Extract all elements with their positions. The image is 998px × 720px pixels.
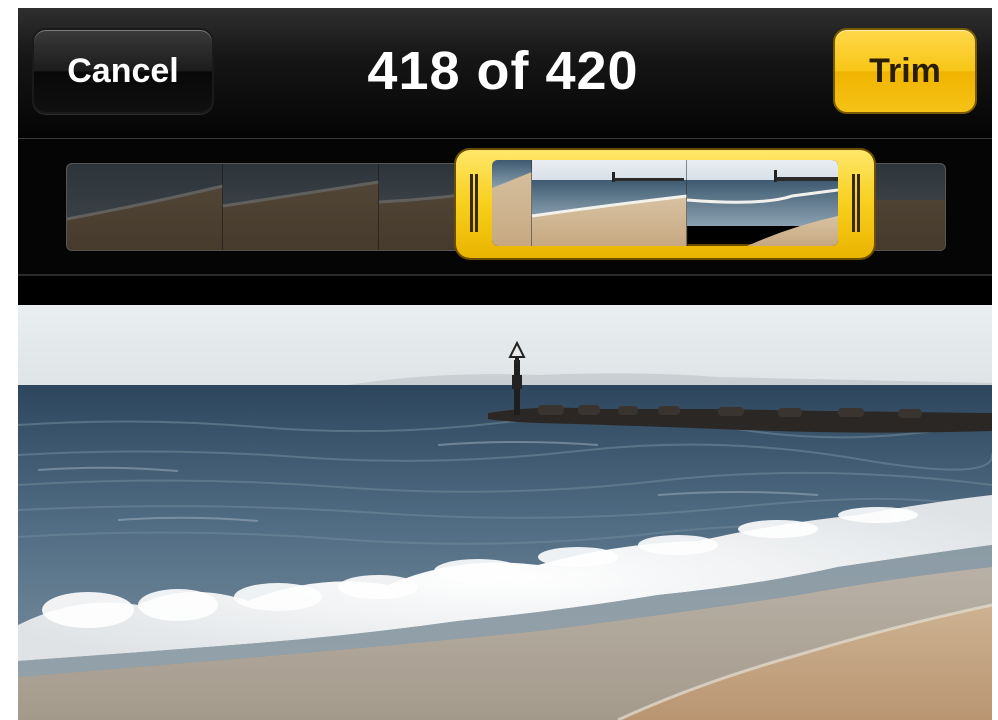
trim-video-screen: Cancel 418 of 420 Trim bbox=[18, 8, 992, 720]
toolbar: Cancel 418 of 420 Trim bbox=[18, 8, 992, 139]
cancel-button[interactable]: Cancel bbox=[32, 28, 214, 114]
trim-selection-range[interactable] bbox=[456, 150, 874, 258]
video-preview[interactable] bbox=[18, 305, 992, 720]
trim-handle-left-icon[interactable] bbox=[468, 174, 480, 232]
trim-scrubber[interactable] bbox=[18, 139, 992, 276]
thumbnail-frame bbox=[492, 160, 533, 246]
trim-handle-right-icon[interactable] bbox=[850, 174, 862, 232]
selected-frames bbox=[492, 160, 838, 246]
thumbnail-frame bbox=[686, 160, 838, 246]
beach-video-frame bbox=[18, 305, 992, 720]
trim-button[interactable]: Trim bbox=[833, 28, 977, 114]
page-title: 418 of 420 bbox=[367, 41, 639, 101]
thumbnail-frame bbox=[531, 160, 688, 246]
